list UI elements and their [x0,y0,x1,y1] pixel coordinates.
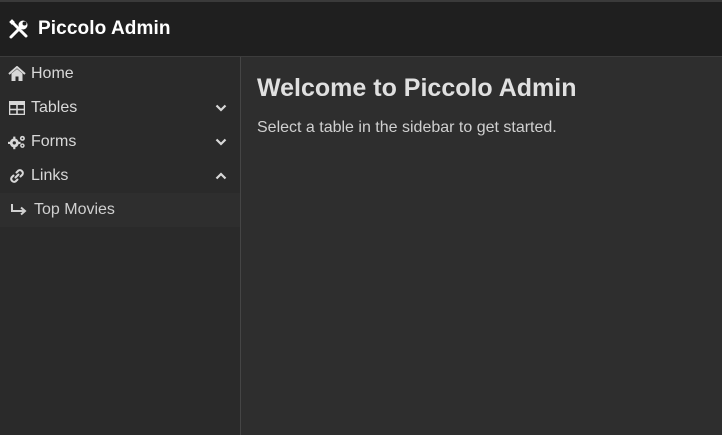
app-window: Piccolo Admin Home Tables Forms Links To… [0,0,722,435]
top-header: Piccolo Admin [0,0,722,57]
main-content: Welcome to Piccolo Admin Select a table … [241,57,722,435]
sidebar: Home Tables Forms Links Top Movies [0,57,241,435]
sidebar-item-tables[interactable]: Tables [0,91,240,125]
sidebar-subitem-label: Top Movies [34,201,115,218]
sidebar-item-label: Links [31,167,69,184]
sidebar-item-home[interactable]: Home [0,57,240,91]
home-icon [8,66,26,82]
sidebar-item-label: Home [31,65,74,82]
page-title: Welcome to Piccolo Admin [257,74,577,102]
sidebar-item-label: Forms [31,133,77,150]
link-icon [8,168,26,184]
chevron-down-icon[interactable] [214,135,228,149]
chevron-up-icon[interactable] [214,169,228,183]
sidebar-item-forms[interactable]: Forms [0,125,240,159]
chevron-down-icon[interactable] [214,101,228,115]
sidebar-item-label: Tables [31,99,78,116]
welcome-message: Select a table in the sidebar to get sta… [257,119,557,136]
table-icon [8,100,26,116]
gears-icon [8,134,26,150]
arrow-turn-right-icon [10,203,28,217]
tools-icon [8,18,30,40]
sidebar-subitem-top-movies[interactable]: Top Movies [0,193,240,227]
app-title[interactable]: Piccolo Admin [38,18,171,40]
sidebar-item-links[interactable]: Links [0,159,240,193]
